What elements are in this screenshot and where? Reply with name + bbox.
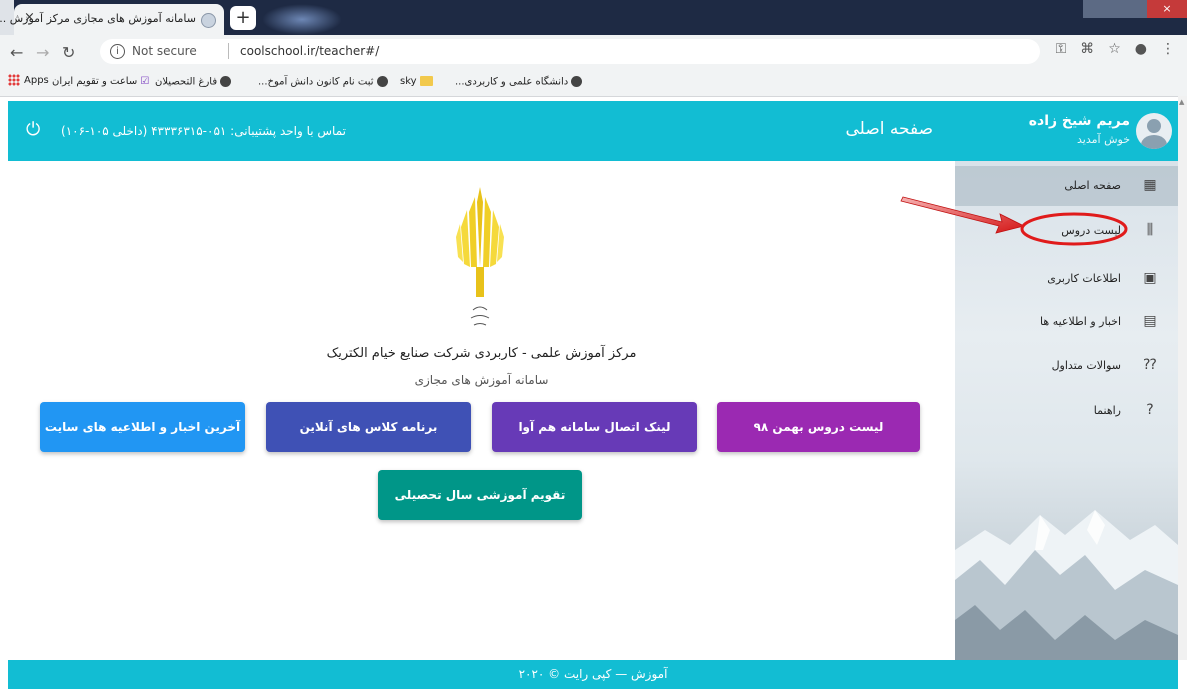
- globe-icon: [571, 76, 583, 87]
- latest-news-button[interactable]: آخرین اخبار و اطلاعیه های سایت: [40, 402, 245, 452]
- bookmark-item[interactable]: ثبت نام کانون دانش آموخ...: [258, 76, 388, 88]
- bookmark-label: ساعت و تقویم ایران: [52, 76, 138, 87]
- bookmark-label: Apps: [24, 75, 49, 86]
- page-scrollbar[interactable]: ▲: [1178, 96, 1187, 660]
- tab-strip-highlight: [262, 4, 342, 35]
- folder-icon: [419, 76, 433, 86]
- library-icon: ⫼: [1146, 222, 1154, 238]
- star-icon[interactable]: ☆: [1108, 41, 1121, 57]
- bookmark-item[interactable]: دانشگاه علمی و کاربردی...: [455, 76, 583, 88]
- app-header: ⏻ تماس با واحد پشتیبانی: ۰۵۱-۴۳۳۳۶۳۱۵ (د…: [8, 101, 955, 161]
- address-bar: ← → ↻ i Not secure coolschool.ir/teacher…: [0, 35, 1187, 68]
- institution-logo: [456, 187, 504, 326]
- reload-icon[interactable]: ↻: [62, 43, 75, 62]
- tab-close-icon[interactable]: ×: [24, 10, 35, 25]
- help-icon: ?: [1146, 402, 1154, 418]
- scroll-up-icon[interactable]: ▲: [1179, 98, 1184, 106]
- info-icon[interactable]: i: [110, 44, 125, 59]
- translate-icon[interactable]: ⌘: [1080, 41, 1094, 57]
- sidebar-item-help[interactable]: ? راهنما: [955, 391, 1178, 431]
- back-arrow-icon[interactable]: ←: [10, 43, 23, 62]
- courses-list-button[interactable]: لیست دروس بهمن ۹۸: [717, 402, 920, 452]
- bookmarks-bar: Apps ☑ ساعت و تقویم ایران فارغ التحصیلان…: [0, 68, 1187, 97]
- window-controls: ×: [1082, 0, 1187, 20]
- bookmark-apps[interactable]: Apps: [8, 74, 49, 86]
- sidebar-item-label: لیست دروس: [1061, 224, 1121, 237]
- sidebar-item-label: صفحه اصلی: [1064, 179, 1121, 192]
- page-title: صفحه اصلی: [845, 119, 933, 139]
- faq-icon: ⁇: [1143, 357, 1157, 373]
- support-contact: تماس با واحد پشتیبانی: ۰۵۱-۴۳۳۳۶۳۱۵ (داخ…: [61, 124, 346, 138]
- welcome-text: خوش آمدید: [1077, 133, 1130, 146]
- news-icon: ▤: [1143, 313, 1157, 329]
- sidebar-item-label: اخبار و اطلاعیه ها: [1040, 315, 1121, 328]
- url-field[interactable]: i Not secure coolschool.ir/teacher#/: [100, 39, 1040, 64]
- minimize-button[interactable]: [1083, 0, 1115, 18]
- sidebar-item-label: اطلاعات کاربری: [1047, 272, 1121, 285]
- hamava-link-button[interactable]: لینک اتصال سامانه هم آوا: [492, 402, 697, 452]
- check-icon: ☑: [140, 76, 150, 87]
- window-close-button[interactable]: ×: [1147, 0, 1187, 18]
- divider: [228, 43, 229, 59]
- organization-name: مرکز آموزش علمی - کاربردی شرکت صنایع خیا…: [326, 346, 637, 361]
- academic-calendar-button[interactable]: تقویم آموزشی سال تحصیلی جاری: [378, 470, 582, 552]
- account-icon[interactable]: ●: [1135, 41, 1147, 57]
- apps-grid-icon: [8, 74, 20, 86]
- power-icon[interactable]: ⏻: [26, 119, 40, 140]
- maximize-button[interactable]: [1115, 0, 1147, 18]
- mountain-background: [955, 510, 1178, 660]
- bookmark-item[interactable]: ☑ ساعت و تقویم ایران: [52, 76, 149, 87]
- bookmark-item[interactable]: فارغ التحصیلان: [155, 76, 232, 88]
- sidebar-item-news[interactable]: ▤ اخبار و اطلاعیه ها: [955, 302, 1178, 342]
- id-card-icon: ▣: [1143, 270, 1157, 286]
- browser-tab-bar: سامانه آموزش های مجازی مرکز آموزش ... × …: [0, 0, 1187, 35]
- user-panel: مریم شیخ زاده خوش آمدید: [955, 101, 1178, 161]
- dashboard-icon: ▦: [1143, 177, 1157, 193]
- not-secure-label: Not secure: [132, 44, 197, 58]
- footer: آموزش — کپی رایت © ۲۰۲۰: [8, 660, 1178, 689]
- browser-tab[interactable]: سامانه آموزش های مجازی مرکز آموزش ... ×: [0, 4, 224, 35]
- user-name: مریم شیخ زاده: [1028, 113, 1130, 129]
- bookmark-label: فارغ التحصیلان: [155, 76, 218, 88]
- sidebar-item-faq[interactable]: ⁇ سوالات متداول: [955, 346, 1178, 386]
- bookmark-label: sky: [400, 76, 417, 87]
- bookmark-label: دانشگاه علمی و کاربردی...: [455, 76, 569, 88]
- key-icon[interactable]: ⚿: [1056, 41, 1067, 57]
- toolbar-icons: ⚿ ⌘ ☆ ● ⋮: [1042, 41, 1175, 57]
- online-classes-button[interactable]: برنامه کلاس های آنلاین: [266, 402, 471, 452]
- bookmark-label: ثبت نام کانون دانش آموخ...: [258, 76, 374, 88]
- menu-icon[interactable]: ⋮: [1161, 41, 1175, 57]
- forward-arrow-icon[interactable]: →: [36, 43, 49, 62]
- sidebar-item-label: راهنما: [1093, 404, 1121, 417]
- url-text[interactable]: coolschool.ir/teacher#/: [240, 44, 379, 58]
- bookmark-item[interactable]: sky: [400, 76, 433, 87]
- sidebar-item-courses[interactable]: ⫼ لیست دروس: [955, 211, 1178, 251]
- globe-icon: [220, 76, 232, 87]
- sidebar: ▦ صفحه اصلی ⫼ لیست دروس ▣ اطلاعات کاربری…: [955, 161, 1178, 660]
- site-favicon-icon: [201, 13, 216, 28]
- sidebar-item-profile[interactable]: ▣ اطلاعات کاربری: [955, 259, 1178, 299]
- new-tab-button[interactable]: +: [230, 6, 256, 30]
- sidebar-item-home[interactable]: ▦ صفحه اصلی: [955, 166, 1178, 206]
- system-name: سامانه آموزش های مجازی: [414, 373, 549, 387]
- avatar[interactable]: [1136, 113, 1172, 149]
- sidebar-item-label: سوالات متداول: [1051, 359, 1121, 372]
- globe-icon: [376, 76, 388, 87]
